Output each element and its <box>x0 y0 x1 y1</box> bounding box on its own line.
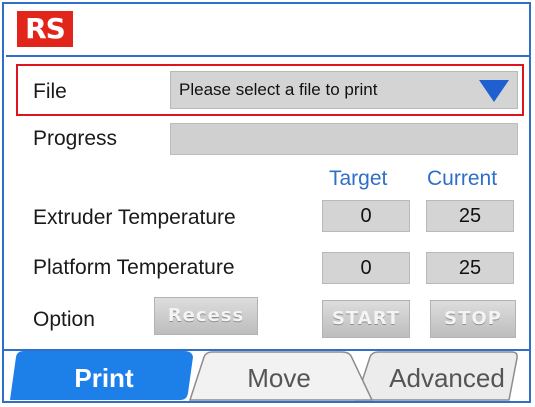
dropdown-arrow-icon[interactable] <box>479 80 509 102</box>
progress-label: Progress <box>33 127 118 150</box>
option-label: Option <box>33 308 95 331</box>
platform-temperature-label: Platform Temperature <box>33 256 235 279</box>
extruder-target-field[interactable]: 0 <box>322 200 410 232</box>
extruder-current-value: 25 <box>426 200 514 232</box>
tab-move[interactable]: Move <box>209 363 349 393</box>
header-divider <box>6 55 529 57</box>
rs-logo: RS <box>17 11 73 47</box>
start-button[interactable]: START <box>322 300 410 338</box>
current-column-header: Current <box>427 167 498 190</box>
stop-button[interactable]: STOP <box>430 300 516 338</box>
tab-advanced[interactable]: Advanced <box>372 363 522 393</box>
platform-target-field[interactable]: 0 <box>322 252 410 284</box>
recess-button[interactable]: Recess <box>154 297 258 335</box>
tab-bar: Print Move Advanced <box>4 349 531 401</box>
file-label: File <box>33 80 67 103</box>
file-select-dropdown[interactable]: Please select a file to print <box>170 71 518 109</box>
target-column-header: Target <box>329 167 388 190</box>
progress-bar <box>170 123 518 155</box>
tab-print[interactable]: Print <box>34 363 174 393</box>
platform-current-value: 25 <box>426 252 514 284</box>
extruder-temperature-label: Extruder Temperature <box>33 206 236 229</box>
file-select-value: Please select a file to print <box>179 80 378 99</box>
